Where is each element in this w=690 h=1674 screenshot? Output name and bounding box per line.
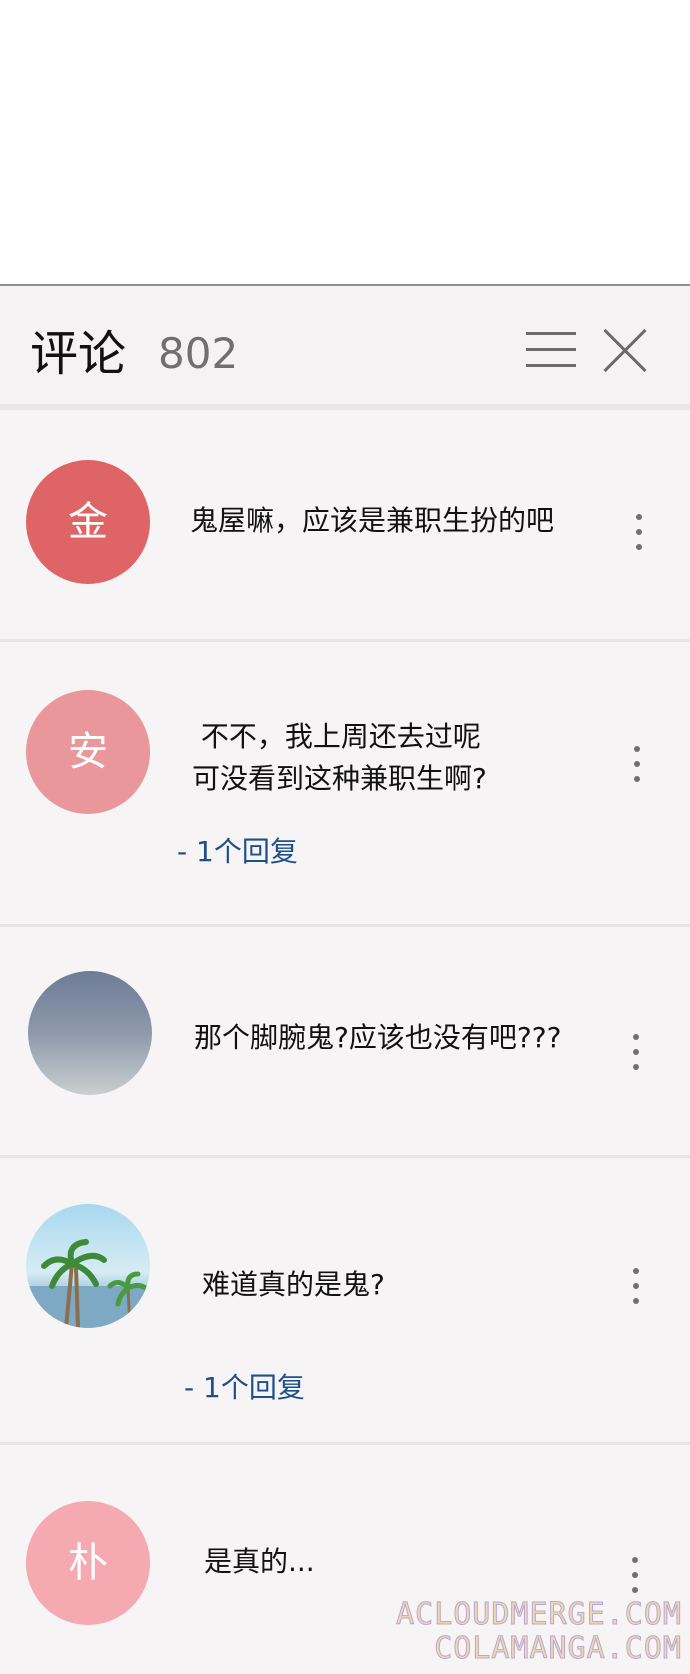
avatar-initial: 朴 [68,1540,108,1586]
comment-text: 鬼屋嘛，应该是兼职生扮的吧 [190,504,555,537]
more-vertical-icon[interactable] [629,512,649,552]
comment-item: 那个脚腕鬼?应该也没有吧??? [0,927,690,1158]
comment-text: 难道真的是鬼? [202,1268,385,1301]
comments-panel: 评论 802 金 鬼屋嘛，应该是兼职生扮的吧 安 不不，我上周还去过呢 可没看到… [0,284,690,1674]
comment-text: 那个脚腕鬼?应该也没有吧??? [194,1021,562,1054]
avatar[interactable] [28,971,152,1095]
more-vertical-icon[interactable] [626,1032,646,1072]
reply-link[interactable]: - 1个回复 [177,832,298,872]
more-vertical-icon[interactable] [627,744,647,784]
avatar[interactable] [26,1204,150,1328]
avatar[interactable]: 金 [26,460,150,584]
avatar[interactable]: 安 [26,690,150,814]
comments-header: 评论 802 [0,286,690,410]
blank-area [0,0,690,284]
comment-text: 是真的... [204,1545,315,1578]
comment-item: 安 不不，我上周还去过呢 可没看到这种兼职生啊? - 1个回复 [0,642,690,927]
reply-link[interactable]: - 1个回复 [184,1368,305,1408]
comments-title: 评论 [30,326,127,382]
close-icon[interactable] [600,326,650,376]
watermark: ACLOUDMERGE.COM COLAMANGA.COM [396,1597,682,1666]
comment-text: 不不，我上周还去过呢 可没看到这种兼职生啊? [192,720,487,795]
palm-tree-icon [26,1239,150,1328]
avatar-initial: 安 [68,729,108,775]
avatar-initial: 金 [68,499,108,545]
watermark-line: ACLOUDMERGE.COM [396,1597,682,1632]
comments-count: 802 [158,329,239,378]
comment-item: 金 鬼屋嘛，应该是兼职生扮的吧 [0,416,690,642]
more-vertical-icon[interactable] [625,1555,645,1595]
watermark-line: COLAMANGA.COM [434,1631,682,1666]
menu-icon[interactable] [526,330,576,370]
comment-item: 难道真的是鬼? - 1个回复 [0,1158,690,1445]
more-vertical-icon[interactable] [626,1266,646,1306]
avatar[interactable]: 朴 [26,1501,150,1625]
